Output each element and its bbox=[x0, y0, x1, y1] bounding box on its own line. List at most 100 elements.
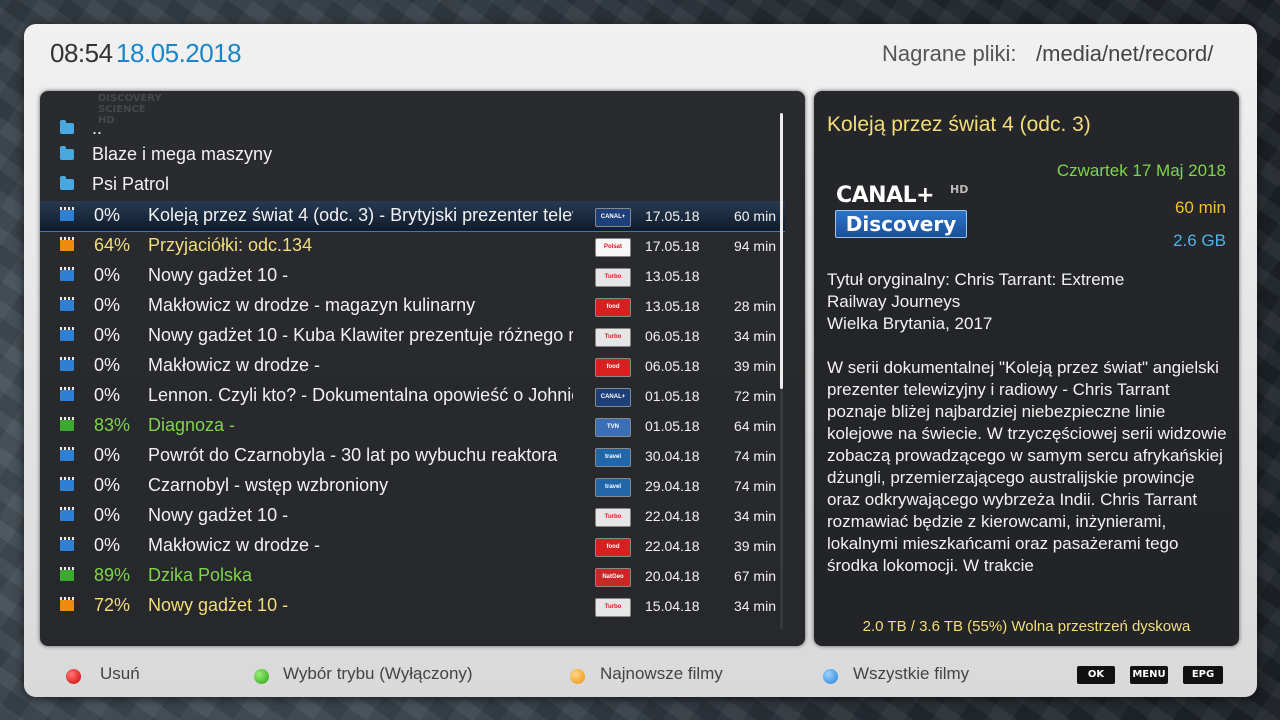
delete-button-label[interactable]: Usuń bbox=[100, 664, 140, 684]
recording-duration: 72 min bbox=[733, 388, 776, 404]
channel-logo: food bbox=[595, 358, 631, 377]
recording-date: 29.04.18 bbox=[645, 478, 700, 494]
recording-detail-duration: 60 min bbox=[1174, 198, 1226, 217]
folder-row[interactable]: Blaze i mega maszyny bbox=[40, 140, 785, 170]
recording-row[interactable]: 0% Nowy gadżet 10 - Turbo 13.05.18 bbox=[40, 261, 785, 291]
path-label: Nagrane pliki: bbox=[882, 41, 1017, 66]
recording-title: Dzika Polska bbox=[148, 565, 253, 585]
recording-row[interactable]: 0% Powrót do Czarnobyla - 30 lat po wybu… bbox=[40, 441, 785, 471]
recording-date: 22.04.18 bbox=[645, 508, 700, 524]
channel-logo: Turbo bbox=[595, 268, 631, 287]
recording-title: Powrót do Czarnobyla - 30 lat po wybuchu… bbox=[148, 445, 558, 465]
recording-title: Nowy gadżet 10 - bbox=[148, 505, 289, 525]
recording-row[interactable]: 0% Lennon. Czyli kto? - Dokumentalna opo… bbox=[40, 381, 785, 411]
clapperboard-icon bbox=[60, 597, 74, 611]
recording-title: Lennon. Czyli kto? - Dokumentalna opowie… bbox=[148, 385, 573, 405]
recording-title: Makłowicz w drodze - magazyn kulinarny bbox=[148, 295, 476, 315]
meta-line: Tytuł oryginalny: Chris Tarrant: Extreme bbox=[827, 270, 1125, 289]
epg-key[interactable]: EPG bbox=[1183, 666, 1223, 684]
recording-date: 22.04.18 bbox=[645, 538, 700, 554]
newest-movies-button-label[interactable]: Najnowsze filmy bbox=[600, 664, 723, 684]
folder-name: Blaze i mega maszyny bbox=[92, 144, 273, 164]
recording-date: 06.05.18 bbox=[645, 328, 700, 344]
recording-date: 15.04.18 bbox=[645, 598, 700, 614]
channel-logo: NatGeo bbox=[595, 568, 631, 587]
recording-date: 06.05.18 bbox=[645, 358, 700, 374]
details-panel: Koleją przez świat 4 (odc. 3) Czwartek 1… bbox=[814, 91, 1239, 646]
channel-logo-hd: HD bbox=[950, 183, 969, 196]
clapperboard-icon bbox=[60, 507, 74, 521]
progress-percent: 0% bbox=[94, 445, 121, 465]
menu-key[interactable]: MENU bbox=[1130, 666, 1168, 684]
recording-row[interactable]: 72% Nowy gadżet 10 - Turbo 15.04.18 34 m… bbox=[40, 591, 785, 621]
blue-button-icon[interactable] bbox=[823, 669, 838, 684]
progress-percent: 89% bbox=[94, 565, 131, 585]
mode-select-button-label[interactable]: Wybór trybu (Wyłączony) bbox=[283, 664, 473, 684]
clapperboard-icon bbox=[60, 567, 74, 581]
green-button-icon[interactable] bbox=[254, 669, 269, 684]
recording-row[interactable]: 64% Przyjaciółki: odc.134 Polsat 17.05.1… bbox=[40, 231, 785, 261]
recording-meta: Tytuł oryginalny: Chris Tarrant: Extreme… bbox=[827, 269, 1222, 335]
recording-row[interactable]: 89% Dzika Polska NatGeo 20.04.18 67 min bbox=[40, 561, 785, 591]
channel-logo: travel bbox=[595, 448, 631, 467]
progress-percent: 0% bbox=[94, 205, 121, 225]
recording-date: 01.05.18 bbox=[645, 388, 700, 404]
recording-title: Nowy gadżet 10 - bbox=[148, 265, 289, 285]
recording-title: Nowy gadżet 10 - Kuba Klawiter prezentuj… bbox=[148, 325, 573, 345]
red-button-icon[interactable] bbox=[66, 669, 81, 684]
recording-duration: 39 min bbox=[733, 538, 776, 554]
recording-date: 17.05.18 bbox=[645, 238, 700, 254]
clapperboard-icon bbox=[60, 357, 74, 371]
recording-duration: 74 min bbox=[733, 448, 776, 464]
folder-row[interactable]: Psi Patrol bbox=[40, 170, 785, 200]
recording-row[interactable]: 0% Makłowicz w drodze - magazyn kulinarn… bbox=[40, 291, 785, 321]
recording-row[interactable]: 0% Nowy gadżet 10 - Kuba Klawiter prezen… bbox=[40, 321, 785, 351]
channel-logo: CANAL+ Discovery bbox=[595, 388, 631, 407]
clapperboard-icon bbox=[60, 387, 74, 401]
clapperboard-icon bbox=[60, 297, 74, 311]
recording-date: 20.04.18 bbox=[645, 568, 700, 584]
recording-duration: 39 min bbox=[733, 358, 776, 374]
folder-name: Psi Patrol bbox=[92, 174, 170, 194]
folder-icon bbox=[60, 176, 74, 190]
channel-logo: travel bbox=[595, 478, 631, 497]
recording-date: 30.04.18 bbox=[645, 448, 700, 464]
recording-row[interactable]: 0% Czarnobyl - wstęp wzbroniony travel 2… bbox=[40, 471, 785, 501]
yellow-button-icon[interactable] bbox=[570, 669, 585, 684]
recording-date: 17.05.18 bbox=[645, 208, 700, 224]
progress-percent: 0% bbox=[94, 325, 121, 345]
progress-percent: 0% bbox=[94, 295, 121, 315]
ok-key[interactable]: OK bbox=[1077, 666, 1115, 684]
recording-detail-day: Czwartek 17 Maj 2018 bbox=[1056, 161, 1226, 180]
channel-logo-large: CANAL+ HD Discovery bbox=[832, 183, 977, 247]
recording-row[interactable]: 0% Makłowicz w drodze - food 22.04.18 39… bbox=[40, 531, 785, 561]
channel-logo: Turbo bbox=[595, 598, 631, 617]
progress-percent: 72% bbox=[94, 595, 131, 615]
recording-duration: 64 min bbox=[733, 418, 776, 434]
clapperboard-icon bbox=[60, 267, 74, 281]
channel-logo: Polsat bbox=[595, 238, 631, 257]
channel-logo: CANAL+ Discovery bbox=[595, 208, 631, 227]
recording-row[interactable]: 0% Makłowicz w drodze - food 06.05.18 39… bbox=[40, 351, 785, 381]
recording-row[interactable]: 0% Koleją przez świat 4 (odc. 3) - Bryty… bbox=[40, 201, 785, 232]
channel-logo: Turbo bbox=[595, 508, 631, 527]
scrollbar-thumb[interactable] bbox=[780, 113, 783, 389]
progress-percent: 0% bbox=[94, 535, 121, 555]
recording-row[interactable]: 0% Nowy gadżet 10 - Turbo 22.04.18 34 mi… bbox=[40, 501, 785, 531]
recording-duration: 28 min bbox=[733, 298, 776, 314]
clapperboard-icon bbox=[60, 237, 74, 251]
folder-icon bbox=[60, 120, 74, 134]
channel-logo: food bbox=[595, 298, 631, 317]
all-movies-button-label[interactable]: Wszystkie filmy bbox=[853, 664, 969, 684]
folder-icon bbox=[60, 146, 74, 160]
channel-logo: Turbo bbox=[595, 328, 631, 347]
channel-logo: food bbox=[595, 538, 631, 557]
recording-title: Przyjaciółki: odc.134 bbox=[148, 235, 313, 255]
progress-percent: 0% bbox=[94, 265, 121, 285]
clapperboard-icon bbox=[60, 207, 74, 221]
progress-percent: 83% bbox=[94, 415, 131, 435]
recording-title: Nowy gadżet 10 - bbox=[148, 595, 289, 615]
recording-duration: 74 min bbox=[733, 478, 776, 494]
recordings-list[interactable]: DISCOVERY SCIENCE HD .. Blaze i mega mas… bbox=[40, 91, 805, 646]
recording-row[interactable]: 83% Diagnoza - TVN 01.05.18 64 min bbox=[40, 411, 785, 441]
